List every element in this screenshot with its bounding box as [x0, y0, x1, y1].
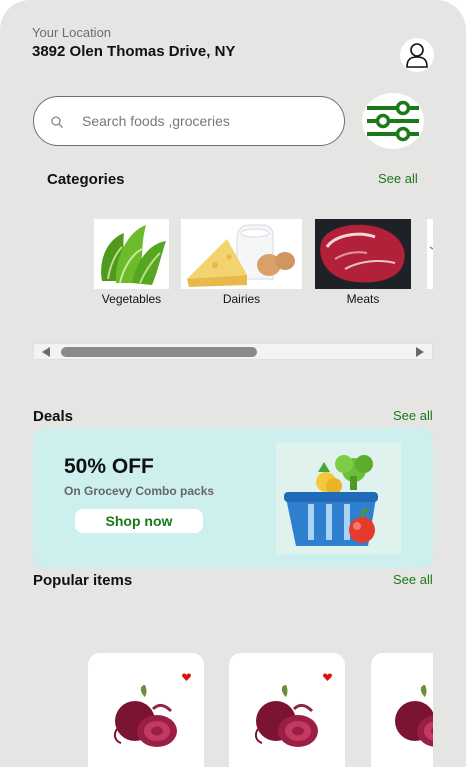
vegetables-image [94, 219, 169, 289]
search-icon [51, 116, 63, 128]
category-partial-image [427, 219, 433, 289]
location-address[interactable]: 3892 Olen Thomas Drive, NY [32, 43, 235, 60]
product-card[interactable] [229, 653, 345, 767]
category-partial[interactable] [427, 219, 433, 289]
deals-see-all-link[interactable]: See all [393, 408, 433, 423]
deal-banner[interactable]: 50% OFF On Grocevy Combo packs Shop now [33, 428, 433, 568]
search-bar[interactable] [33, 96, 345, 146]
category-label: Meats [346, 292, 380, 306]
heart-icon[interactable] [323, 673, 332, 681]
deal-subtitle: On Grocevy Combo packs [64, 484, 215, 498]
meats-image [315, 219, 411, 289]
category-label: Dairies [222, 292, 261, 306]
popular-see-all-link[interactable]: See all [393, 572, 433, 587]
product-card[interactable] [88, 653, 204, 767]
scroll-left-arrow-icon[interactable] [42, 347, 50, 357]
beetroot-image [395, 685, 433, 747]
beetroot-image [254, 685, 318, 747]
product-card[interactable] [371, 653, 433, 767]
category-vegetables[interactable]: Vegetables [94, 219, 169, 306]
app-screen: Your Location 3892 Olen Thomas Drive, NY… [0, 0, 466, 767]
grocery-basket-image [276, 442, 401, 554]
profile-button[interactable] [400, 38, 434, 72]
filter-button[interactable] [362, 93, 424, 149]
deals-title: Deals [33, 408, 74, 425]
scroll-right-arrow-icon[interactable] [416, 347, 424, 357]
category-meats[interactable]: Meats [315, 219, 411, 306]
user-icon [406, 43, 428, 68]
location-label: Your Location [32, 25, 112, 40]
search-input[interactable] [82, 109, 332, 133]
shop-now-button[interactable]: Shop now [75, 509, 203, 533]
deal-headline: 50% OFF [64, 455, 154, 478]
categories-see-all-link[interactable]: See all [378, 171, 418, 186]
categories-list: Vegetables Dairies Meats [94, 219, 433, 309]
scrollbar-thumb[interactable] [61, 347, 257, 357]
sliders-icon [367, 100, 419, 142]
heart-icon[interactable] [182, 673, 191, 681]
popular-items-list [88, 653, 433, 767]
categories-scrollbar[interactable] [33, 343, 433, 360]
category-label: Vegetables [101, 292, 162, 306]
popular-title: Popular items [33, 572, 133, 589]
categories-title: Categories [47, 171, 125, 188]
beetroot-image [113, 685, 177, 747]
dairies-image [181, 219, 302, 289]
category-dairies[interactable]: Dairies [181, 219, 302, 306]
